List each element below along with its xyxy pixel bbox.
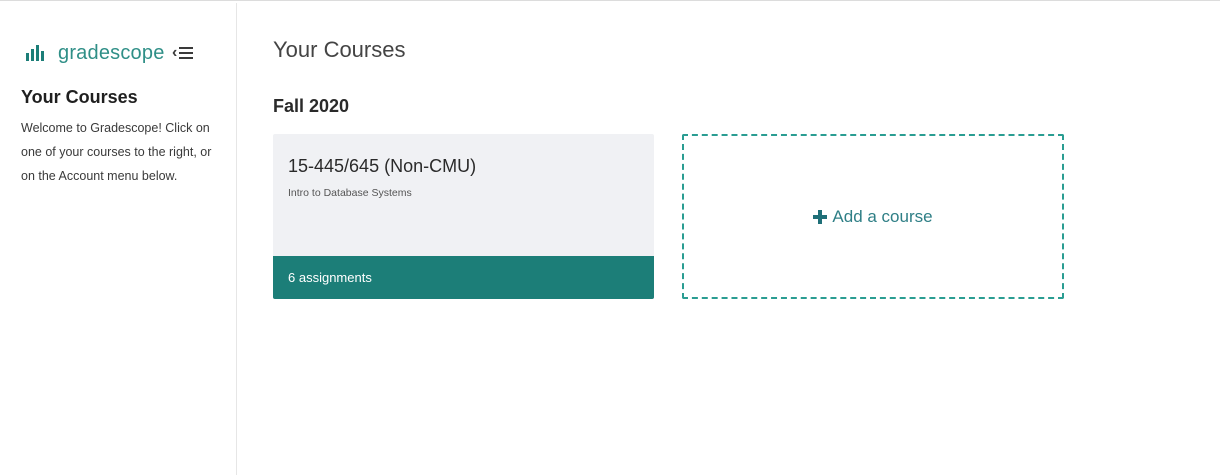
course-short-name: 15-445/645 (Non-CMU) xyxy=(288,156,477,176)
main-content: Your Courses Fall 2020 15-445/645 (Non-C… xyxy=(273,3,1173,473)
sidebar-title: Your Courses xyxy=(21,87,138,107)
add-course-button[interactable]: Add a course xyxy=(682,134,1064,299)
term-title: Fall 2020 xyxy=(273,96,350,116)
collapse-sidebar-button[interactable]: ‹ xyxy=(172,43,202,63)
sidebar-welcome-text: Welcome to Gradescope! Click on one of y… xyxy=(21,121,212,183)
brand-link[interactable]: gradescope xyxy=(26,41,165,65)
add-course-content: Add a course xyxy=(813,206,933,227)
sidebar: gradescope ‹ Your Courses Welcome to Gra… xyxy=(0,3,237,475)
add-course-label: Add a course xyxy=(832,206,933,226)
course-card[interactable]: 15-445/645 (Non-CMU) Intro to Database S… xyxy=(273,134,654,299)
plus-icon xyxy=(813,209,828,224)
chevron-left-icon: ‹ xyxy=(172,44,178,61)
bar-chart-icon xyxy=(26,45,44,61)
course-assignments-count: 6 assignments xyxy=(273,256,654,299)
collapse-menu-icon xyxy=(179,47,194,59)
brand-name: gradescope xyxy=(58,41,165,64)
course-full-name: Intro to Database Systems xyxy=(288,187,412,199)
page-title: Your Courses xyxy=(273,37,406,62)
